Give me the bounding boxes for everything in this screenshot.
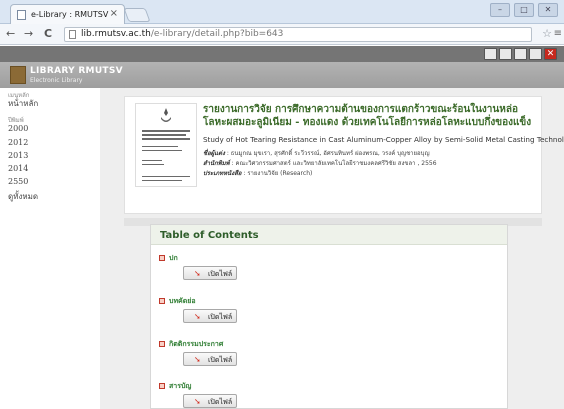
- new-tab-button[interactable]: [123, 8, 151, 22]
- toc-item-label: สารบัญ: [169, 382, 192, 390]
- sidebar-item-home[interactable]: หน้าหลัก: [8, 97, 38, 110]
- open-file-button[interactable]: ➘ เปิดไฟล์: [183, 394, 237, 408]
- maximize-button[interactable]: □: [514, 3, 534, 17]
- university-seal-icon: [161, 108, 171, 122]
- book-title-thai: รายงานการวิจัย การศึกษาความต้านของการแตก…: [203, 104, 532, 128]
- cover-text-line: [142, 130, 190, 132]
- url-input[interactable]: lib.rmutsv.ac.th/e-library/detail.php?bi…: [64, 27, 532, 42]
- sidebar-item-year[interactable]: 2014: [8, 164, 28, 173]
- cover-text-line: [142, 138, 190, 140]
- book-type: ประเภทหนังสือ : รายงานวิจัย (Research): [203, 168, 312, 178]
- open-file-button[interactable]: ➘ เปิดไฟล์: [183, 266, 237, 280]
- logo-title: LIBRARY RMUTSV: [30, 66, 123, 76]
- forward-icon[interactable]: →: [24, 27, 33, 40]
- toc-item: ปก: [159, 253, 178, 264]
- save-icon[interactable]: [499, 48, 512, 60]
- toc-item-label: บทคัดย่อ: [169, 297, 196, 305]
- book-title-english: Study of Hot Tearing Resistance in Cast …: [203, 135, 564, 144]
- window-close-button[interactable]: ✕: [538, 3, 558, 17]
- sidebar-item-year[interactable]: 2550: [8, 177, 28, 186]
- pdf-icon: ➘: [194, 269, 201, 278]
- reload-icon[interactable]: C: [44, 27, 52, 40]
- toc-item: กิตติกรรมประกาศ: [159, 339, 223, 350]
- close-icon[interactable]: ✕: [544, 48, 557, 60]
- library-logo-icon: [10, 66, 26, 84]
- toc-item: บทคัดย่อ: [159, 296, 196, 307]
- fullscreen-icon[interactable]: [529, 48, 542, 60]
- toc-item-label: กิตติกรรมประกาศ: [169, 340, 224, 348]
- cover-text-line: [142, 150, 182, 151]
- cover-text-line: [142, 164, 164, 165]
- url-domain: lib.rmutsv.ac.th: [81, 29, 151, 39]
- page-icon: [17, 10, 26, 20]
- pdf-icon: ➘: [194, 355, 201, 364]
- open-file-label: เปิดไฟล์: [208, 356, 233, 364]
- tab-elibrary[interactable]: e-Library : RMUTSV ×: [10, 4, 125, 24]
- logo-subtitle: Electronic Library: [30, 77, 83, 84]
- sidebar: เมนูหลัก หน้าหลัก ปีพิมพ์ 2000 2012 2013…: [0, 88, 100, 409]
- sidebar-item-all[interactable]: ดูทั้งหมด: [8, 190, 38, 203]
- page-icon: [69, 30, 76, 39]
- book-detail-panel: รายงานการวิจัย การศึกษาความต้านของการแตก…: [124, 96, 564, 214]
- sidebar-item-year[interactable]: 2013: [8, 151, 28, 160]
- open-file-label: เปิดไฟล์: [208, 270, 233, 278]
- url-path: /e-library/detail.php?bib=643: [150, 29, 284, 39]
- cover-text-line: [142, 146, 178, 147]
- cover-text-line: [142, 176, 190, 177]
- author-value: : ธนมูกณ มุขเรา, สุรศักดิ์ ระวีวรรณ์, อั…: [226, 150, 430, 157]
- cover-text-line: [142, 180, 182, 181]
- menu-icon[interactable]: ≡: [554, 28, 562, 39]
- tab-title: e-Library : RMUTSV: [31, 10, 109, 19]
- author-label: ชื่อผู้แต่ง: [203, 150, 225, 157]
- browser-tabstrip: e-Library : RMUTSV × – □ ✕: [0, 0, 564, 24]
- address-bar-row: ← → C lib.rmutsv.ac.th/e-library/detail.…: [0, 24, 564, 45]
- publisher-label: สำนักพิมพ์: [203, 160, 230, 167]
- site-header: LIBRARY RMUTSV Electronic Library: [0, 62, 564, 88]
- sidebar-item-year[interactable]: 2000: [8, 124, 28, 133]
- bookmark-star-icon[interactable]: ☆: [542, 27, 552, 40]
- toc-panel: Table of Contents ปก ➘ เปิดไฟล์ บทคัดย่อ …: [150, 224, 508, 409]
- toc-heading: Table of Contents: [151, 225, 507, 245]
- zoom-icon[interactable]: [514, 48, 527, 60]
- back-icon[interactable]: ←: [6, 27, 15, 40]
- pdf-icon: ➘: [194, 312, 201, 321]
- sidebar-item-year[interactable]: 2012: [8, 138, 28, 147]
- main-content: รายงานการวิจัย การศึกษาความต้านของการแตก…: [100, 88, 564, 409]
- cover-text-line: [142, 160, 162, 161]
- type-value: : รายงานวิจัย (Research): [243, 170, 313, 177]
- minimize-button[interactable]: –: [490, 3, 510, 17]
- open-file-button[interactable]: ➘ เปิดไฟล์: [183, 352, 237, 366]
- toc-item-label: ปก: [169, 254, 178, 262]
- book-publisher: สำนักพิมพ์ : คณะวิศวกรรมศาสตร์ และวิทยาล…: [203, 158, 437, 168]
- checkbox-icon: [159, 298, 165, 304]
- open-file-button[interactable]: ➘ เปิดไฟล์: [183, 309, 237, 323]
- open-file-label: เปิดไฟล์: [208, 313, 233, 321]
- publisher-value: : คณะวิศวกรรมศาสตร์ และวิทยาลัยเทคโนโลยี…: [231, 160, 437, 167]
- book-author: ชื่อผู้แต่ง : ธนมูกณ มุขเรา, สุรศักดิ์ ร…: [203, 148, 430, 158]
- site-toolbar: ✕: [0, 46, 564, 62]
- checkbox-icon: [159, 383, 165, 389]
- book-cover-image[interactable]: [135, 103, 197, 187]
- open-file-label: เปิดไฟล์: [208, 398, 233, 406]
- toc-item: สารบัญ: [159, 381, 191, 392]
- checkbox-icon: [159, 341, 165, 347]
- type-label: ประเภทหนังสือ: [203, 170, 242, 177]
- pdf-icon: ➘: [194, 397, 201, 406]
- print-icon[interactable]: [484, 48, 497, 60]
- close-tab-icon[interactable]: ×: [110, 8, 118, 19]
- cover-text-line: [142, 134, 186, 136]
- checkbox-icon: [159, 255, 165, 261]
